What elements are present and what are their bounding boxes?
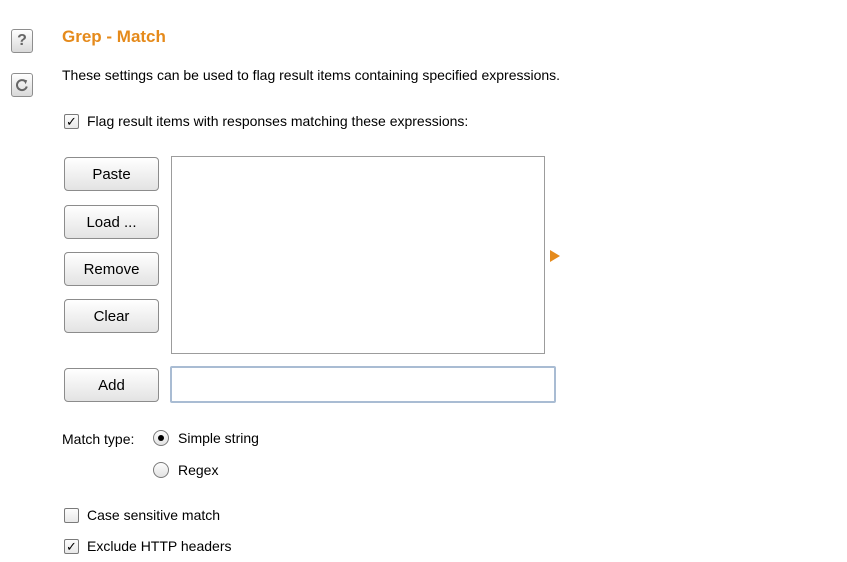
help-button[interactable]: ? xyxy=(11,29,33,53)
case-sensitive-checkbox[interactable]: Case sensitive match xyxy=(64,507,220,523)
checkbox-box[interactable] xyxy=(64,507,79,523)
grep-match-panel: ? Grep - Match These settings can be use… xyxy=(0,0,847,562)
radio-simple-string-label: Simple string xyxy=(178,430,259,446)
remove-button[interactable]: Remove xyxy=(64,252,159,286)
reset-defaults-button[interactable] xyxy=(11,73,33,97)
radio-simple-string[interactable]: Simple string xyxy=(153,430,259,446)
match-type-label: Match type: xyxy=(62,431,135,447)
radio-regex[interactable]: Regex xyxy=(153,462,218,478)
case-sensitive-label: Case sensitive match xyxy=(87,507,221,523)
flag-responses-label: Flag result items with responses matchin… xyxy=(87,113,469,129)
question-icon: ? xyxy=(17,32,27,49)
exclude-headers-label: Exclude HTTP headers xyxy=(87,538,232,554)
add-button[interactable]: Add xyxy=(64,368,159,402)
radio-button[interactable] xyxy=(153,462,169,478)
exclude-headers-checkbox[interactable]: ✓ Exclude HTTP headers xyxy=(64,538,231,554)
clear-button[interactable]: Clear xyxy=(64,299,159,333)
checkbox-box[interactable]: ✓ xyxy=(64,113,79,129)
load-button[interactable]: Load ... xyxy=(64,205,159,239)
paste-button[interactable]: Paste xyxy=(64,157,159,191)
radio-regex-label: Regex xyxy=(178,462,219,478)
section-description: These settings can be used to flag resul… xyxy=(62,67,561,83)
checkmark-icon: ✓ xyxy=(66,113,77,129)
flag-responses-checkbox[interactable]: ✓ Flag result items with responses match… xyxy=(64,113,468,129)
expand-arrow-icon[interactable] xyxy=(550,250,560,262)
radio-button[interactable] xyxy=(153,430,169,446)
radio-selected-dot xyxy=(158,435,164,441)
checkmark-icon: ✓ xyxy=(66,538,77,554)
expression-list[interactable] xyxy=(171,156,545,354)
checkbox-box[interactable]: ✓ xyxy=(64,538,79,554)
refresh-icon xyxy=(16,79,28,92)
section-title: Grep - Match xyxy=(62,27,166,46)
add-expression-input[interactable] xyxy=(170,366,556,403)
